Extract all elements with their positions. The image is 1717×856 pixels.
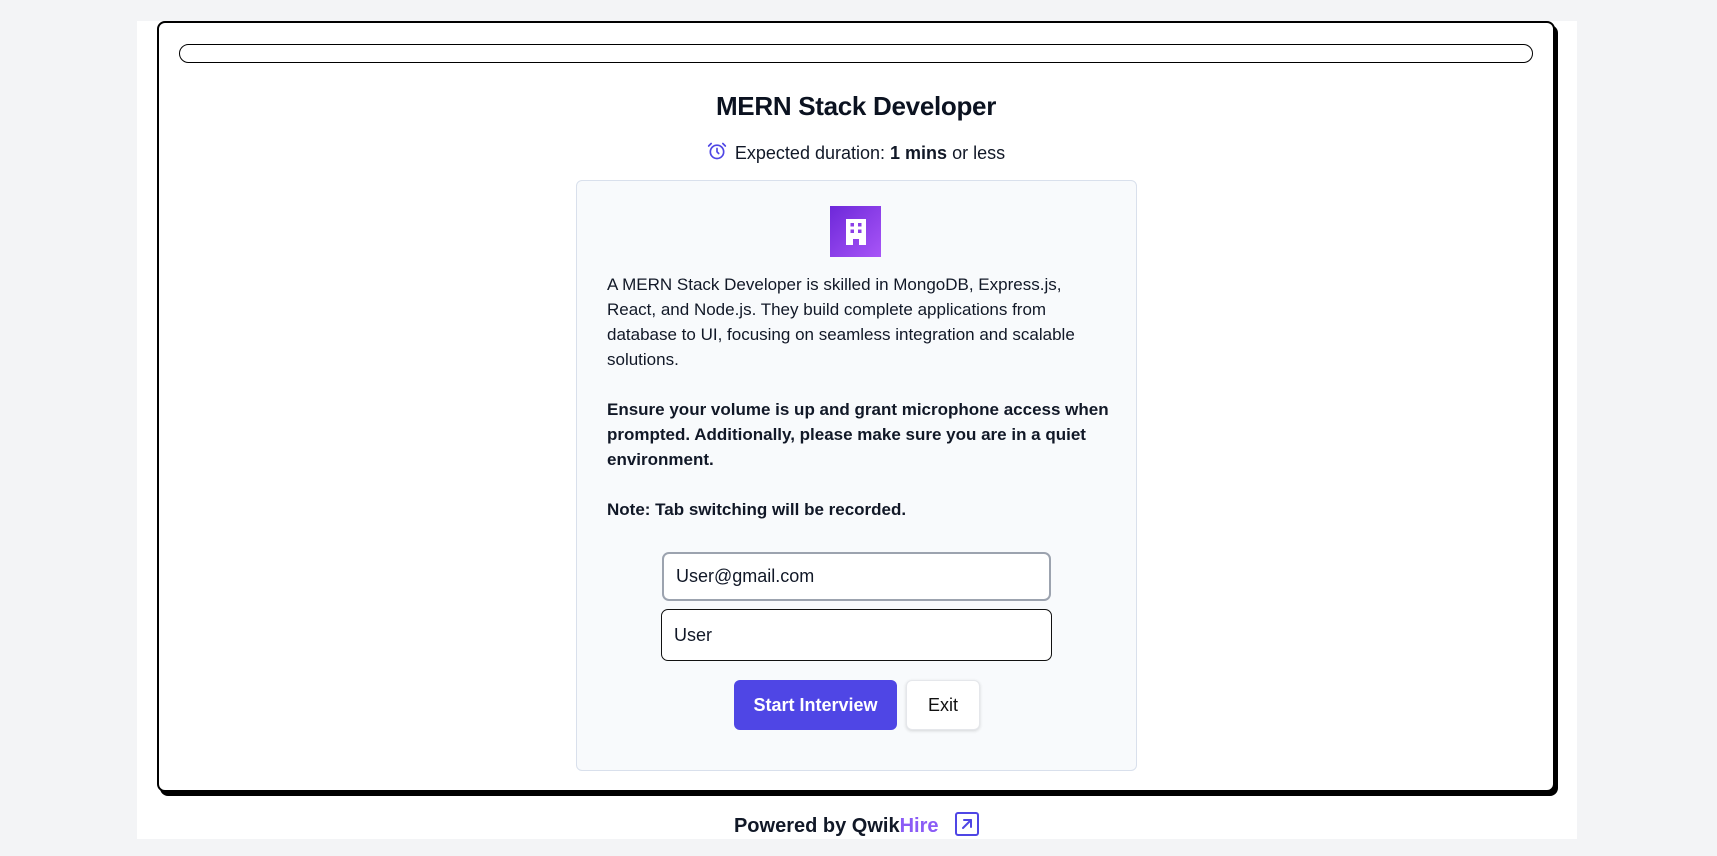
powered-by-label: Powered by (733, 815, 847, 837)
building-icon (830, 206, 881, 257)
start-interview-button[interactable]: Start Interview (734, 680, 897, 730)
duration-prefix: Expected duration: (734, 143, 886, 163)
progress-bar (179, 44, 1533, 63)
job-title: MERN Stack Developer (715, 91, 997, 121)
expected-duration: Expected duration: 1 mins or less (159, 141, 1553, 166)
page: MERN Stack Developer Expected duration: … (137, 21, 1577, 839)
audio-instructions: Ensure your volume is up and grant micro… (607, 400, 1109, 469)
tab-switch-note: Note: Tab switching will be recorded. (607, 500, 907, 519)
duration-value: 1 mins (890, 143, 948, 163)
email-field[interactable] (662, 552, 1051, 601)
job-card: A MERN Stack Developer is skilled in Mon… (576, 180, 1137, 771)
brand-name-first: Qwik (851, 815, 900, 837)
duration-suffix: or less (952, 143, 1006, 163)
brand-name: QwikHire (852, 815, 939, 837)
interview-panel: MERN Stack Developer Expected duration: … (157, 21, 1555, 792)
name-field[interactable] (661, 609, 1052, 661)
alarm-clock-icon (707, 141, 727, 166)
exit-button[interactable]: Exit (906, 680, 980, 730)
brand-name-second: Hire (899, 815, 939, 837)
powered-by-footer: Powered by QwikHire (137, 811, 1577, 843)
job-description: A MERN Stack Developer is skilled in Mon… (607, 275, 1075, 369)
external-link-icon[interactable] (954, 811, 980, 843)
